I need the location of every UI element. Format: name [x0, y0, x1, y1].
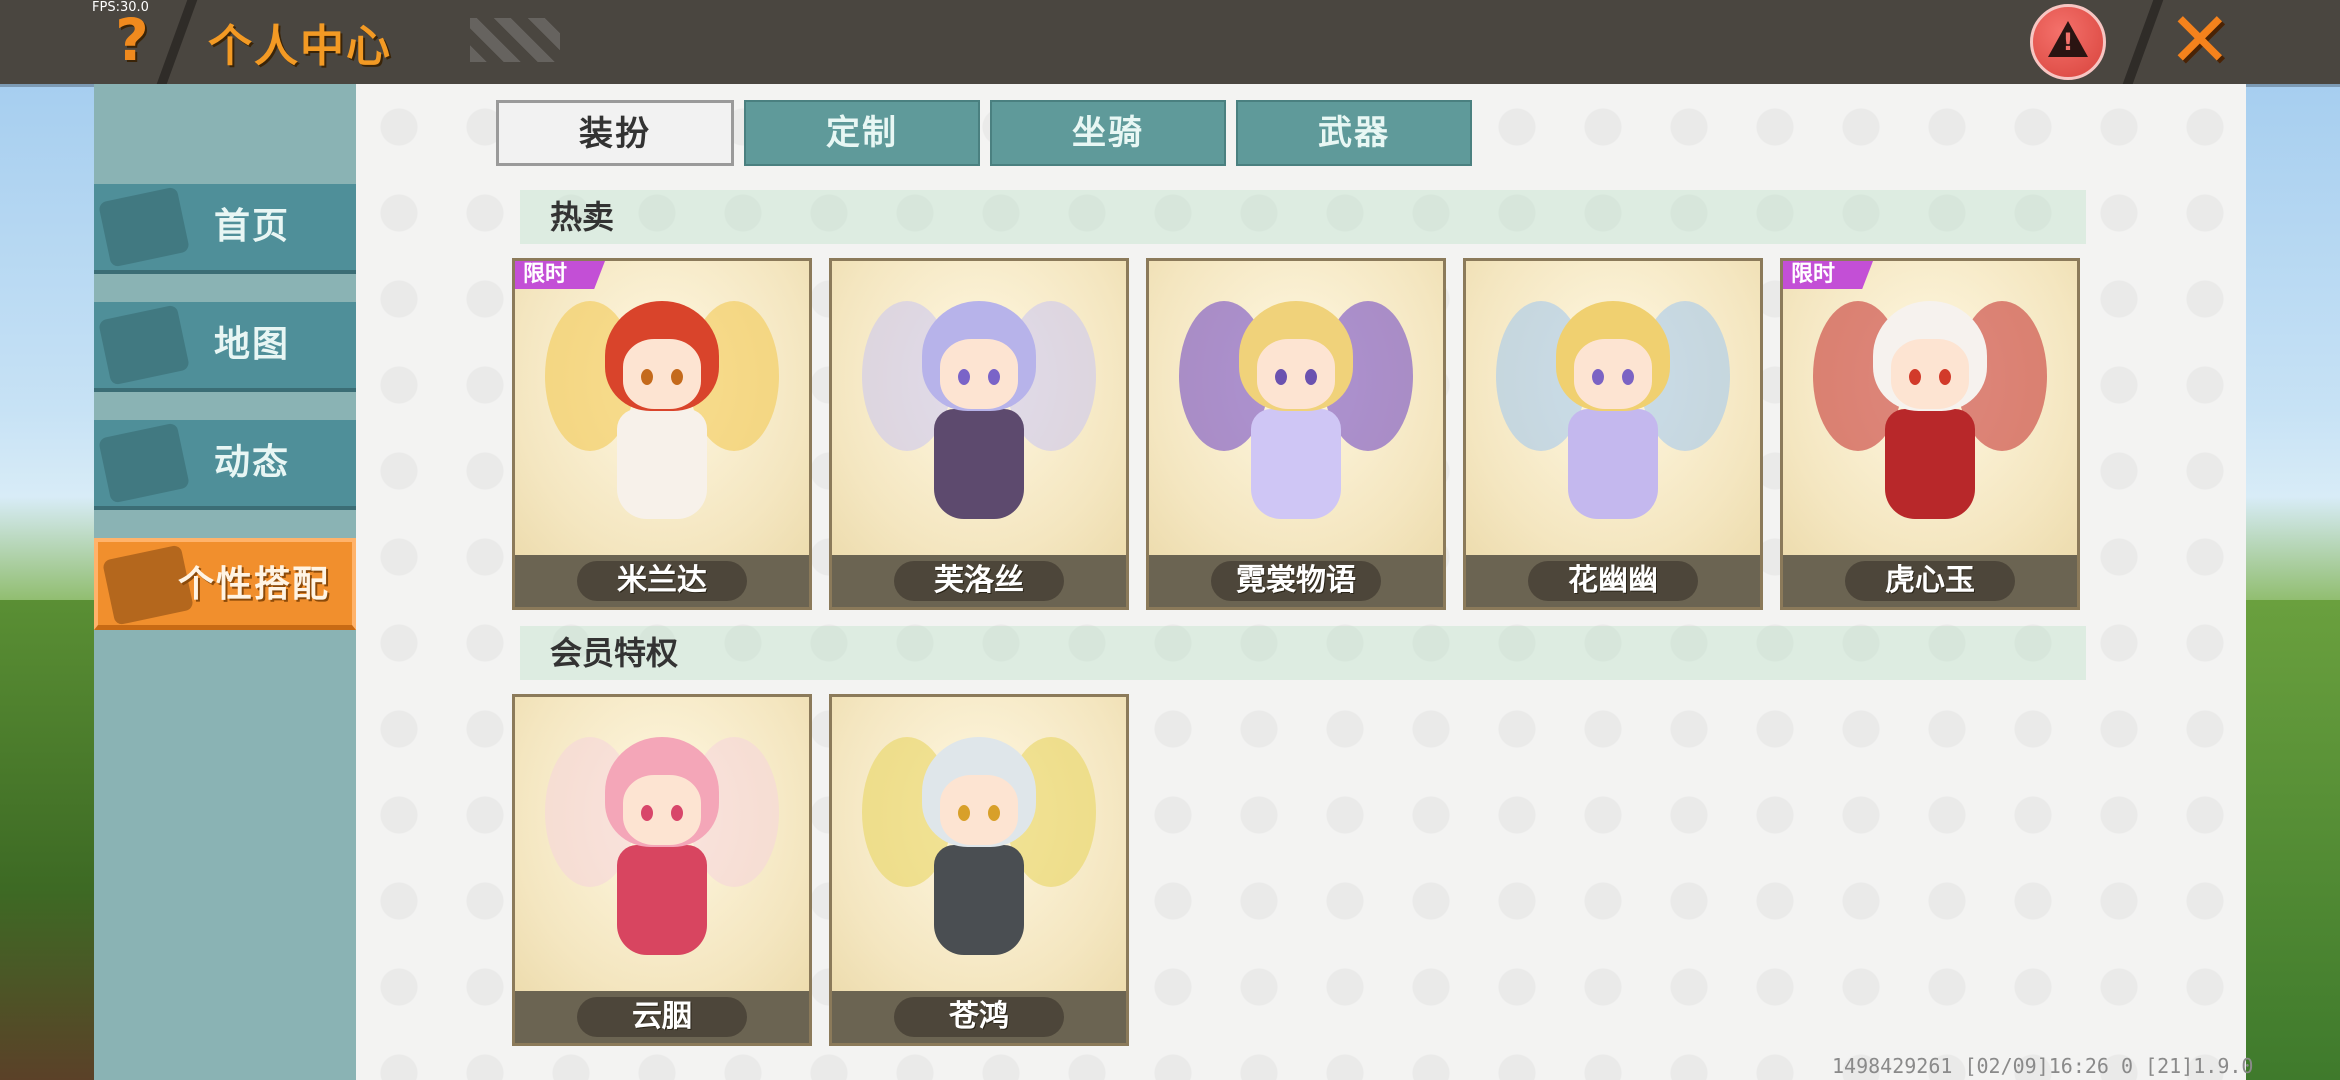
avatar-eye	[671, 805, 683, 821]
outfit-artwork	[515, 261, 809, 557]
avatar-eye	[641, 369, 653, 385]
tab-mount[interactable]: 坐骑	[990, 100, 1226, 166]
limited-badge: 限时	[515, 261, 605, 289]
background-terrain-left	[0, 600, 95, 1080]
avatar-eye	[1622, 369, 1634, 385]
bell-icon	[98, 422, 190, 504]
avatar-figure	[597, 737, 727, 977]
avatar-eye	[1909, 369, 1921, 385]
outfit-name-bar: 虎心玉	[1783, 555, 2077, 607]
outfit-name: 花幽幽	[1568, 563, 1658, 598]
sidebar-item-map[interactable]: 地图	[94, 302, 356, 392]
outfit-artwork	[1783, 261, 2077, 557]
top-bar-divider	[2122, 0, 2164, 84]
avatar-body	[934, 409, 1024, 519]
outfit-name-bar: 霓裳物语	[1149, 555, 1443, 607]
avatar-eye	[671, 369, 683, 385]
avatar-face	[1891, 339, 1969, 409]
build-info: 1498429261 [02/09]16:26 0 [21]1.9.0	[1832, 1054, 2254, 1078]
outfit-name: 米兰达	[617, 563, 707, 598]
avatar-eye	[988, 805, 1000, 821]
tab-weapon[interactable]: 武器	[1236, 100, 1472, 166]
avatar-eye	[1305, 369, 1317, 385]
section-title: 热卖	[550, 198, 615, 236]
outfit-name: 虎心玉	[1885, 563, 1975, 598]
section-header-hot: 热卖	[520, 190, 2086, 244]
checker-decoration	[470, 18, 560, 62]
avatar-figure	[914, 737, 1044, 977]
outfit-name: 霓裳物语	[1236, 563, 1356, 598]
sidebar-item-home[interactable]: 首页	[94, 184, 356, 274]
avatar-figure	[1865, 301, 1995, 541]
avatar-eye	[1939, 369, 1951, 385]
top-bar-divider	[156, 0, 198, 84]
avatar-body	[934, 845, 1024, 955]
sidebar-item-label: 首页	[214, 206, 291, 247]
avatar-figure	[914, 301, 1044, 541]
avatar-eye	[988, 369, 1000, 385]
avatar-figure	[1548, 301, 1678, 541]
outfit-card[interactable]: 虎心玉 限时	[1780, 258, 2080, 610]
outfit-card[interactable]: 云胭	[512, 694, 812, 1046]
outfit-card[interactable]: 霓裳物语	[1146, 258, 1446, 610]
outfit-artwork	[832, 261, 1126, 557]
outfit-name-bar: 米兰达	[515, 555, 809, 607]
avatar-figure	[1231, 301, 1361, 541]
avatar-eye	[1275, 369, 1287, 385]
avatar-body	[1568, 409, 1658, 519]
tab-custom[interactable]: 定制	[744, 100, 980, 166]
section-title: 会员特权	[550, 634, 679, 672]
outfit-name: 云胭	[632, 999, 692, 1034]
house-icon	[98, 186, 190, 268]
outfit-name: 苍鸿	[949, 999, 1009, 1034]
avatar-eye	[1592, 369, 1604, 385]
avatar-face	[623, 339, 701, 409]
avatar-body	[617, 409, 707, 519]
exclamation-icon: !	[2062, 28, 2074, 56]
outfit-card[interactable]: 芙洛丝	[829, 258, 1129, 610]
report-warning-button[interactable]: !	[2030, 4, 2106, 80]
outfit-artwork	[832, 697, 1126, 993]
outfit-card[interactable]: 花幽幽	[1463, 258, 1763, 610]
sidebar-item-label: 动态	[214, 442, 291, 483]
limited-badge: 限时	[1783, 261, 1873, 289]
top-bar: FPS:30.0 ? 个人中心 ! ✕	[0, 0, 2340, 84]
outfit-name-bar: 芙洛丝	[832, 555, 1126, 607]
sidebar-item-outfit[interactable]: 个性搭配	[94, 538, 356, 630]
outfit-card[interactable]: 苍鸿	[829, 694, 1129, 1046]
outfit-artwork	[515, 697, 809, 993]
sidebar-item-label: 个性搭配	[178, 564, 331, 605]
outfit-card[interactable]: 米兰达 限时	[512, 258, 812, 610]
avatar-figure	[597, 301, 727, 541]
section-header-vip: 会员特权	[520, 626, 2086, 680]
outfit-artwork	[1466, 261, 1760, 557]
tab-dress-up[interactable]: 装扮	[496, 100, 734, 166]
avatar-face	[940, 339, 1018, 409]
outfit-name-bar: 云胭	[515, 991, 809, 1043]
outfit-artwork	[1149, 261, 1443, 557]
picture-icon	[98, 304, 190, 386]
outfit-name-bar: 苍鸿	[832, 991, 1126, 1043]
avatar-face	[1574, 339, 1652, 409]
avatar-face	[940, 775, 1018, 845]
avatar-eye	[641, 805, 653, 821]
avatar-face	[1257, 339, 1335, 409]
avatar-body	[617, 845, 707, 955]
help-icon[interactable]: ?	[108, 8, 156, 72]
avatar-eye	[958, 805, 970, 821]
sidebar-item-activity[interactable]: 动态	[94, 420, 356, 510]
avatar-body	[1251, 409, 1341, 519]
avatar-face	[623, 775, 701, 845]
sidebar-item-label: 地图	[214, 324, 291, 365]
background-terrain-right	[2245, 600, 2340, 1080]
avatar-body	[1885, 409, 1975, 519]
page-title: 个人中心	[208, 21, 392, 72]
outfit-name: 芙洛丝	[934, 563, 1024, 598]
avatar-eye	[958, 369, 970, 385]
outfit-name-bar: 花幽幽	[1466, 555, 1760, 607]
close-button[interactable]: ✕	[2168, 2, 2232, 78]
